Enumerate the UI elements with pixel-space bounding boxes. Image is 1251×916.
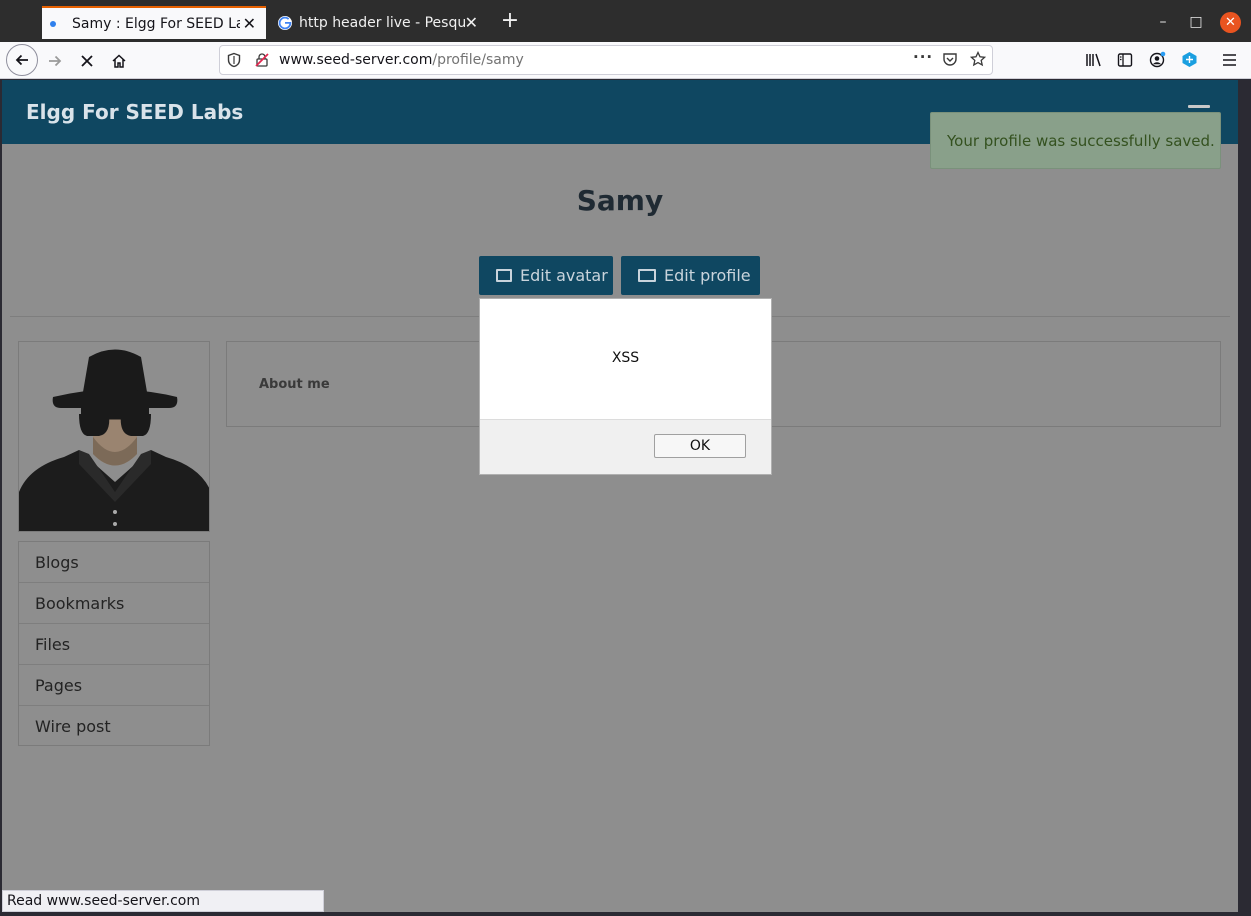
back-icon [15, 54, 28, 66]
loading-dot-icon [50, 20, 56, 27]
menu-item-blogs[interactable]: Blogs [19, 542, 209, 583]
status-bar: Read www.seed-server.com [2, 890, 324, 912]
edit-profile-button[interactable]: Edit profile [621, 256, 760, 295]
stop-icon [81, 55, 93, 67]
forward-button[interactable] [40, 46, 70, 76]
extension-icon[interactable] [1181, 51, 1198, 68]
pocket-icon[interactable] [942, 51, 958, 67]
star-icon[interactable] [970, 51, 986, 67]
menu-item-bookmarks[interactable]: Bookmarks [19, 583, 209, 624]
id-card-icon [638, 269, 656, 282]
about-me-label: About me [259, 377, 330, 392]
profile-name: Samy [576, 184, 664, 217]
menu-icon[interactable] [1222, 53, 1237, 67]
page-edge [1238, 80, 1251, 912]
ok-button[interactable]: OK [654, 434, 746, 458]
tab-title: Samy : Elgg For SEED Labs [72, 15, 240, 32]
url-bar[interactable]: www.seed-server.com/profile/samy ··· [219, 45, 993, 75]
maximize-button[interactable]: □ [1186, 12, 1206, 32]
insecure-lock-icon[interactable] [254, 52, 270, 68]
page-viewport: Elgg For SEED Labs Your profile was succ… [2, 80, 1238, 912]
alert-message: XSS [611, 350, 640, 366]
site-name[interactable]: Elgg For SEED Labs [26, 100, 243, 124]
shield-icon[interactable] [226, 52, 242, 68]
nav-bar: www.seed-server.com/profile/samy ··· [0, 42, 1251, 79]
minimize-button[interactable]: – [1153, 12, 1173, 32]
menu-item-pages[interactable]: Pages [19, 665, 209, 706]
tab-close-icon[interactable]: ✕ [243, 15, 256, 32]
stop-button[interactable] [72, 46, 102, 76]
window-close-button[interactable]: ✕ [1220, 12, 1241, 33]
library-icon[interactable] [1085, 52, 1102, 68]
home-icon [112, 54, 126, 68]
image-icon [496, 269, 512, 282]
edit-avatar-button[interactable]: Edit avatar [479, 256, 613, 295]
forward-icon [49, 55, 62, 67]
edit-avatar-label: Edit avatar [520, 266, 608, 285]
tab-strip: Samy : Elgg For SEED Labs ✕ http header … [0, 0, 1251, 42]
new-tab-button[interactable]: + [497, 8, 523, 34]
alert-footer: OK [480, 419, 771, 474]
profile-menu: Blogs Bookmarks Files Pages Wire post [18, 541, 210, 746]
tab-google[interactable]: http header live - Pesquisa Google ✕ [268, 6, 488, 39]
tab-close-icon[interactable]: ✕ [465, 14, 478, 31]
sidebar-icon[interactable] [1117, 52, 1133, 68]
more-icon[interactable]: ··· [913, 48, 933, 66]
url-text[interactable]: www.seed-server.com/profile/samy [279, 52, 524, 68]
home-button[interactable] [104, 46, 134, 76]
edit-profile-label: Edit profile [664, 266, 751, 285]
flash-message[interactable]: Your profile was successfully saved. [930, 112, 1221, 169]
url-path: /profile/samy [432, 52, 524, 68]
tab-samy[interactable]: Samy : Elgg For SEED Labs ✕ [42, 6, 266, 39]
menu-item-wire-post[interactable]: Wire post [19, 706, 209, 747]
avatar[interactable] [18, 341, 210, 532]
url-host: www.seed-server.com [279, 52, 433, 68]
google-icon [278, 15, 292, 30]
menu-item-files[interactable]: Files [19, 624, 209, 665]
spy-avatar-icon [19, 349, 209, 531]
tab-title: http header live - Pesquisa Google [299, 14, 465, 31]
alert-dialog: XSS OK [479, 298, 772, 475]
account-icon[interactable] [1149, 51, 1166, 68]
back-button[interactable] [6, 44, 38, 76]
